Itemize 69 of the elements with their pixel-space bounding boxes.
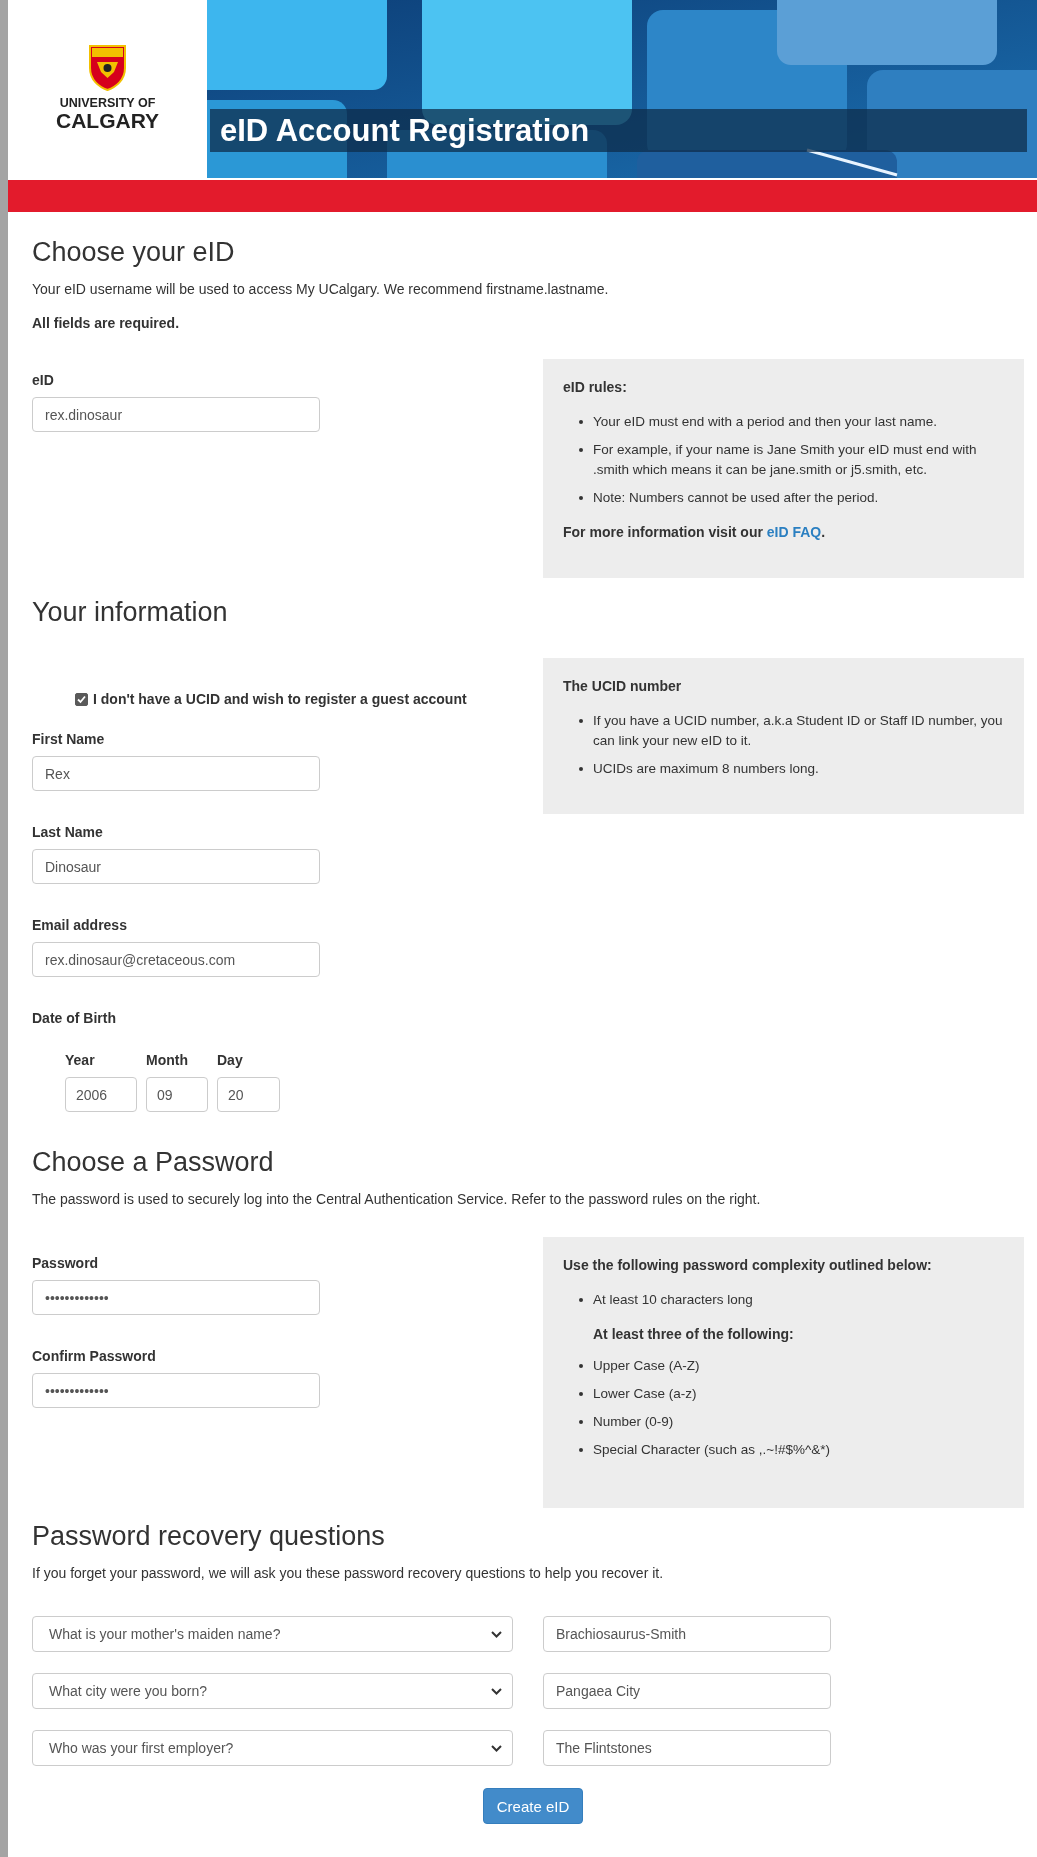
section-heading: Choose a Password xyxy=(32,1146,275,1178)
required-note: All fields are required. xyxy=(32,314,181,333)
bullet-icon xyxy=(579,719,583,723)
bullet-icon xyxy=(579,1392,583,1396)
rule-text: For example, if your name is Jane Smith your eID must end with .smith which means it can be jane.smith or j5.smith, etc. xyxy=(593,441,978,479)
checkbox[interactable] xyxy=(75,692,88,706)
rule-text: Your eID must end with a period and then your last name. xyxy=(593,413,937,431)
logo-text: CALGARY xyxy=(55,110,160,131)
rule-text: If you have a UCID number, a.k.a Student ID or Staff ID number, you can link your new eID to it. xyxy=(593,712,1004,750)
panel-title: Use the following password complexity outlined below: xyxy=(563,1256,933,1275)
bullet-icon xyxy=(579,767,583,771)
bullet-icon xyxy=(579,1364,583,1368)
field-label: Email address xyxy=(32,916,128,935)
answer-field[interactable]: Brachiosaurus-Smith xyxy=(543,1616,831,1652)
rule-text: Lower Case (a-z) xyxy=(593,1385,697,1403)
bullet-icon xyxy=(579,448,583,452)
field-label: Date of Birth xyxy=(32,1009,117,1028)
input-field[interactable]: 2006 xyxy=(65,1077,137,1112)
question-dropdown[interactable]: Who was your first employer? xyxy=(32,1730,513,1766)
panel-title: The UCID number xyxy=(563,677,683,696)
rule-subheading: At least three of the following: xyxy=(592,1325,795,1344)
rule-text: Note: Numbers cannot be used after the period. xyxy=(593,489,879,507)
rule-text: UCIDs are maximum 8 numbers long. xyxy=(593,760,819,778)
bullet-icon xyxy=(579,496,583,500)
rule-text: Special Character (such as ,.~!#$%^&*) xyxy=(593,1441,831,1459)
field-label: Month xyxy=(146,1051,189,1070)
shield-icon xyxy=(89,45,126,91)
chevron-icon xyxy=(491,1630,502,1638)
checkbox-label: I don't have a UCID and wish to register a guest account xyxy=(93,691,467,707)
rule-text: Upper Case (A-Z) xyxy=(593,1357,700,1375)
field-label: Day xyxy=(217,1051,244,1070)
chevron-icon xyxy=(491,1687,502,1695)
input-field[interactable]: ••••••••••••• xyxy=(32,1373,320,1408)
section-heading: Password recovery questions xyxy=(32,1520,386,1552)
section-description: The password is used to securely log into the Central Authentication Service. Refer to the password rules on the right. xyxy=(32,1190,762,1209)
input-field[interactable]: 20 xyxy=(217,1077,280,1112)
input-field[interactable]: Rex xyxy=(32,756,320,791)
chevron-icon xyxy=(491,1744,502,1752)
input-field[interactable]: rex.dinosaur xyxy=(32,397,320,432)
banner-title: eID Account Registration xyxy=(210,109,1027,152)
input-field[interactable]: Dinosaur xyxy=(32,849,320,884)
section-description: If you forget your password, we will ask you these password recovery questions to help you recover it. xyxy=(32,1564,665,1583)
field-label: Last Name xyxy=(32,823,104,842)
field-label: First Name xyxy=(32,730,106,749)
field-label: Password xyxy=(32,1254,100,1273)
answer-field[interactable]: Pangaea City xyxy=(543,1673,831,1709)
input-field[interactable]: rex.dinosaur@cretaceous.com xyxy=(32,942,320,977)
input-field[interactable]: 09 xyxy=(146,1077,208,1112)
bullet-icon xyxy=(579,1298,583,1302)
create-eid-button[interactable]: Create eID xyxy=(483,1788,583,1824)
faq-link[interactable]: eID FAQ xyxy=(766,524,822,540)
field-label: Year xyxy=(65,1051,96,1070)
bullet-icon xyxy=(579,1448,583,1452)
section-description: Your eID username will be used to access My UCalgary. We recommend firstname.lastname. xyxy=(32,280,610,299)
bullet-icon xyxy=(579,420,583,424)
section-heading: Your information xyxy=(32,596,229,628)
field-label: eID xyxy=(32,371,55,390)
more-info-text: For more information visit our eID FAQ. xyxy=(563,523,827,542)
question-dropdown[interactable]: What is your mother's maiden name? xyxy=(32,1616,513,1652)
answer-field[interactable]: The Flintstones xyxy=(543,1730,831,1766)
input-field[interactable]: ••••••••••••• xyxy=(32,1280,320,1315)
rule-text: At least 10 characters long xyxy=(593,1291,753,1309)
rule-text: Number (0-9) xyxy=(593,1413,674,1431)
bullet-icon xyxy=(579,1420,583,1424)
logo-text: UNIVERSITY OF xyxy=(59,97,156,110)
question-dropdown[interactable]: What city were you born? xyxy=(32,1673,513,1709)
panel-title: eID rules: xyxy=(563,378,628,397)
section-heading: Choose your eID xyxy=(32,236,236,268)
field-label: Confirm Password xyxy=(32,1347,157,1366)
